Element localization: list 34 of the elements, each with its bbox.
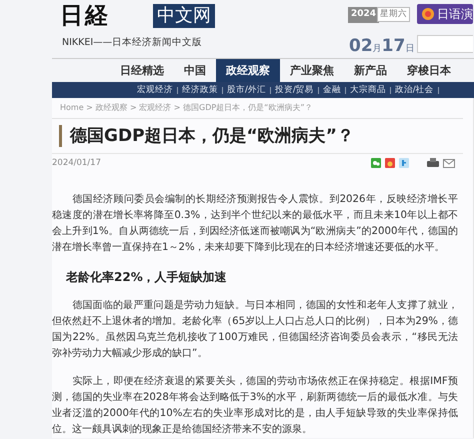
subnav-link[interactable]: 股市/外汇 <box>227 84 266 96</box>
subnav-link[interactable]: 政治/社会 <box>394 84 434 96</box>
year-label: 2024 <box>348 7 380 22</box>
logo-box: 中文网 <box>153 4 215 28</box>
nav-tab[interactable]: 穿梭日本 <box>397 59 461 82</box>
tagline: NIKKEI——日本经济新闻中文版 <box>62 36 202 50</box>
subnav-link[interactable]: 宏观经济 <box>137 84 173 96</box>
search-field[interactable] <box>417 35 473 53</box>
article-paragraph: 实际上，即便在经济衰退的紧要关头，德国的劳动市场依然正在保持稳定。根据IMF预测，德国的失业率在2028年将会达到略低于3%的水平，刷新两德统一后的最低水准。与失业者泛滥的2000年代的10%左右的失业率形成对比的是，由人手短缺导致的失业率保持低位。这一颇具讽刺的现象正是给德国经济带来不安的源泉。 <box>52 374 458 437</box>
weekday-label: 星期六 <box>377 7 410 22</box>
nav-tab[interactable]: 日经精选 <box>110 59 174 82</box>
article-paragraph: 德国面临的最严重问题是劳动力短缺。与日本相同，德国的女性和老年人支撑了就业，但依然赶不上退休者的增加。老龄化率（65岁以上人口占总人口的比例），日本为29%，德国为22%。虽然因乌克兰危机接收了100万难民，但德国经济咨询委员会表示，“移民无法弥补劳动力大幅减少形成的缺口”。 <box>52 298 458 361</box>
share-icon[interactable] <box>399 158 409 168</box>
nav-tab[interactable]: 新产品 <box>344 59 397 82</box>
print-icon[interactable] <box>427 158 439 168</box>
share-icon[interactable] <box>385 158 395 168</box>
article-date: 2024/01/17 <box>52 157 101 170</box>
nav-tab[interactable]: 产业聚焦 <box>280 59 344 82</box>
nav-tab[interactable]: 政经观察 <box>216 59 280 82</box>
subnav-link[interactable]: 经济政策 <box>182 84 218 96</box>
badge-icon <box>422 8 434 20</box>
subnav-link[interactable]: 大宗商品 <box>350 84 386 96</box>
logo-mark: 日経 <box>60 2 110 30</box>
date-display: 02月 17 日 <box>349 36 414 58</box>
article-paragraph: 德国经济顾问委员会编制的长期经济预测报告令人震惊。到2026年，反映经济增长平稳速度的潜在增长率将降至0.3%，达到半个世纪以来的最低水平，而且未来10年以上都不会上升到1%。自从两德统一后，到因经济低迷而被嘲讽为“欧洲病夫”的2000年代，德国的潜在增长率曾一直保持在1～2%，未来却要下降到比现在的日本经济增速还要低的水平。 <box>52 192 458 255</box>
breadcrumb: Home > 政经观察 > 宏观经济 > 德国GDP超日本，仍是“欧洲病夫”？ <box>52 98 463 119</box>
mail-icon[interactable] <box>443 158 455 168</box>
subnav-link[interactable]: 金融 <box>322 84 341 96</box>
section-heading: 老龄化率22%，人手短缺加速 <box>66 268 228 286</box>
article-title: 德国GDP超日本，仍是“欧洲病夫”？ <box>59 125 463 147</box>
nav-tab[interactable]: 中国 <box>174 59 216 82</box>
subnav-link[interactable]: 投资/贸易 <box>274 84 314 96</box>
promo-button[interactable]: 日语演 <box>417 4 473 24</box>
share-icon[interactable] <box>371 158 381 168</box>
